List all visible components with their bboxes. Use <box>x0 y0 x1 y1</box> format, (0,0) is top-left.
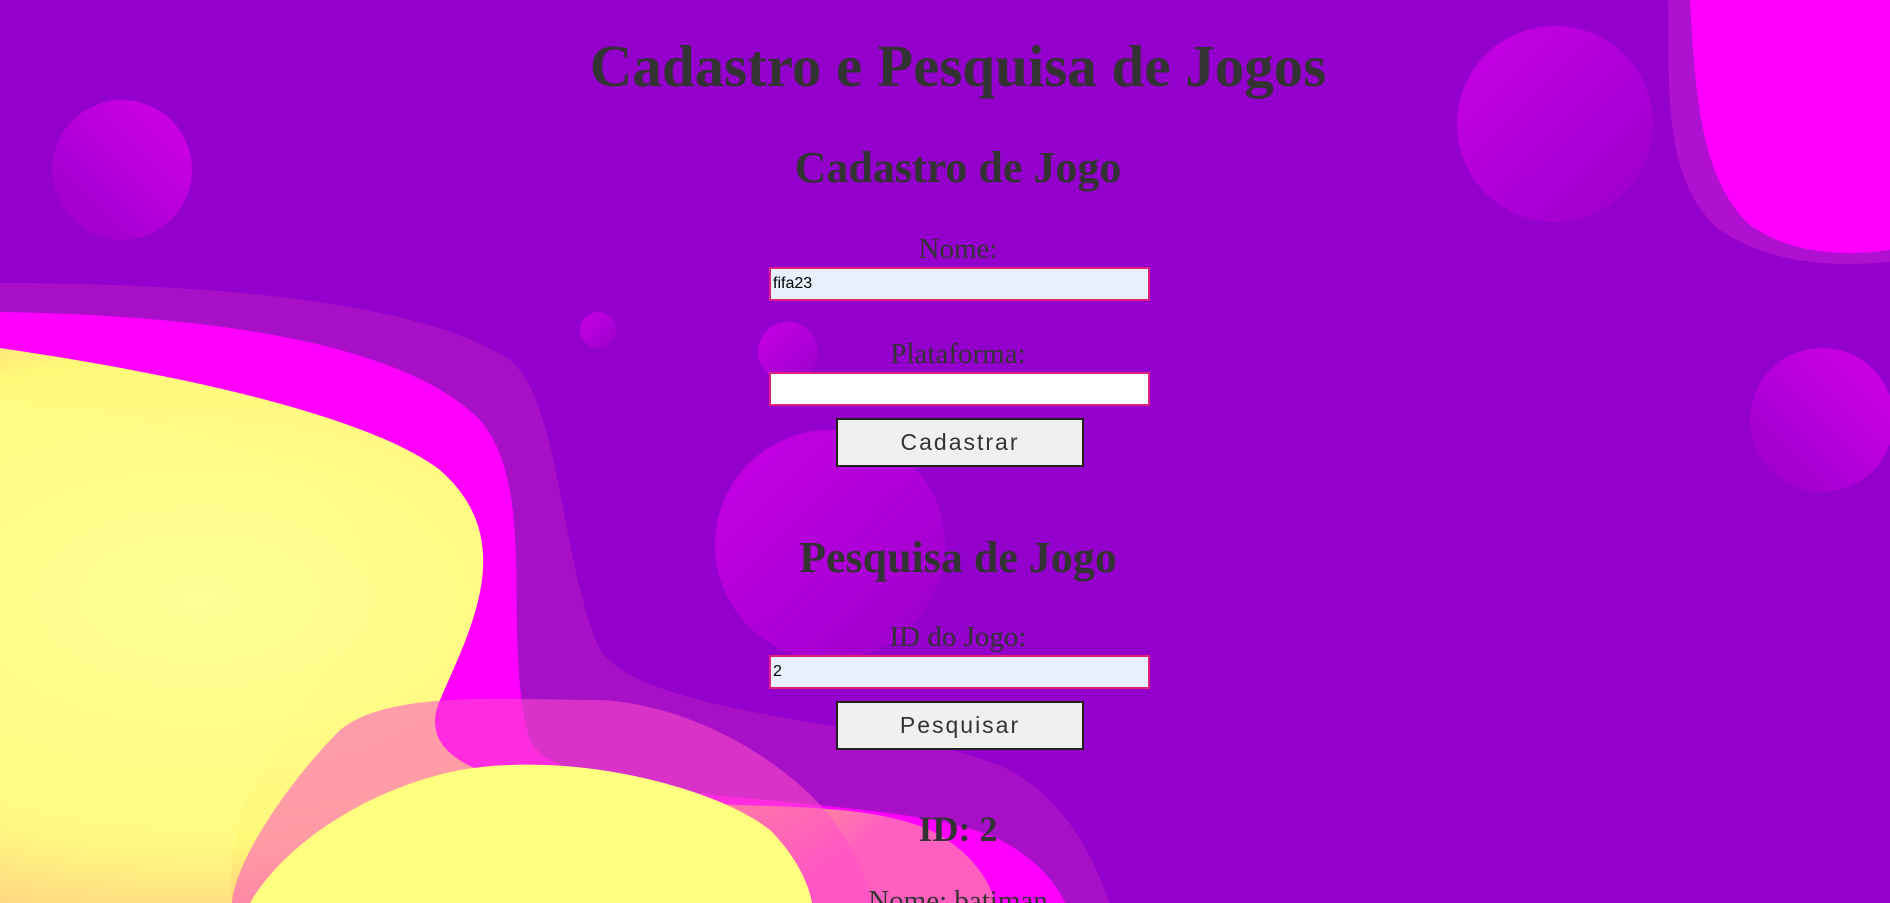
pesquisar-button[interactable]: Pesquisar <box>836 701 1084 750</box>
plataforma-label: Plataforma: <box>890 338 1026 370</box>
cadastro-heading: Cadastro de Jogo <box>794 143 1122 192</box>
id-jogo-label: ID do Jogo: <box>889 621 1027 653</box>
nome-label: Nome: <box>918 233 998 265</box>
result-nome: Nome: batiman <box>868 885 1048 903</box>
pesquisa-heading: Pesquisa de Jogo <box>799 533 1117 582</box>
plataforma-input[interactable] <box>769 372 1150 406</box>
id-jogo-input[interactable] <box>769 655 1150 689</box>
nome-input[interactable] <box>769 267 1150 301</box>
cadastrar-button[interactable]: Cadastrar <box>836 418 1084 467</box>
result-id: ID: 2 <box>918 809 998 849</box>
page-title: Cadastro e Pesquisa de Jogos <box>589 33 1327 99</box>
